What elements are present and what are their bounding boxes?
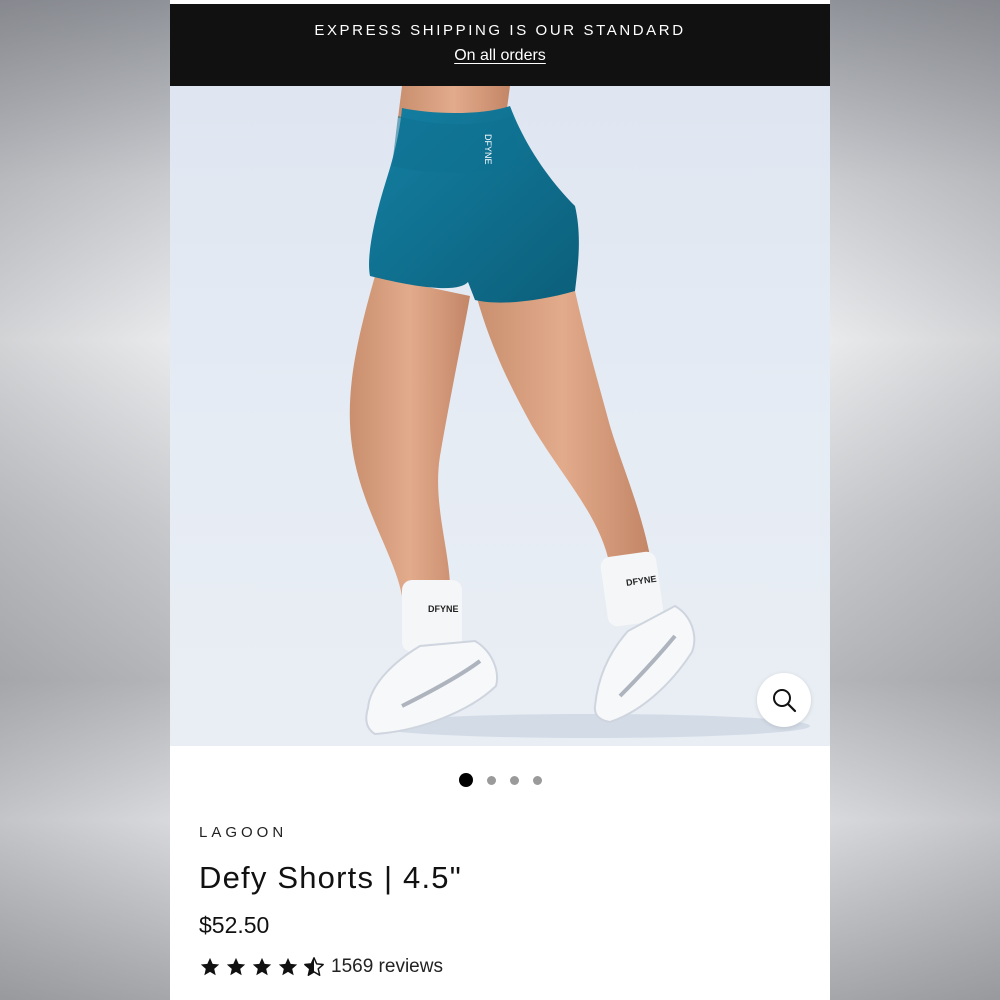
gallery-dot-1[interactable]: [458, 773, 473, 787]
product-page: EXPRESS SHIPPING IS OUR STANDARD On all …: [170, 0, 830, 1000]
star-full-icon: [252, 957, 272, 976]
product-title: Defy Shorts | 4.5": [199, 860, 462, 895]
product-variant: LAGOON: [199, 824, 288, 841]
product-price: $52.50: [199, 912, 270, 938]
product-image[interactable]: DFYNE DFYNE DFYNE: [170, 86, 830, 746]
gallery-dot-3[interactable]: [509, 775, 519, 785]
announcement-link[interactable]: On all orders: [170, 47, 830, 65]
star-full-icon: [226, 957, 246, 976]
announcement-headline: EXPRESS SHIPPING IS OUR STANDARD: [314, 22, 686, 39]
gallery-dot-4[interactable]: [532, 775, 542, 785]
magnifier-icon: [773, 689, 797, 713]
announcement-bar: EXPRESS SHIPPING IS OUR STANDARD On all …: [170, 4, 830, 86]
rating-stars: [199, 956, 325, 978]
sock-logo-left: DFYNE: [428, 604, 459, 614]
zoom-button[interactable]: [757, 673, 811, 727]
waistband-logo: DFYNE: [483, 134, 493, 165]
star-full-icon: [200, 957, 220, 976]
product-photo-illustration: DFYNE DFYNE DFYNE: [349, 86, 810, 738]
gallery-dot-2[interactable]: [486, 775, 496, 785]
backdrop-right: [830, 0, 1000, 1000]
gallery-pagination: [170, 772, 830, 788]
star-half-icon: [304, 957, 324, 976]
review-count[interactable]: 1569 reviews: [331, 956, 443, 978]
backdrop-left: [0, 0, 170, 1000]
product-rating[interactable]: 1569 reviews: [199, 956, 443, 978]
star-full-icon: [278, 957, 298, 976]
